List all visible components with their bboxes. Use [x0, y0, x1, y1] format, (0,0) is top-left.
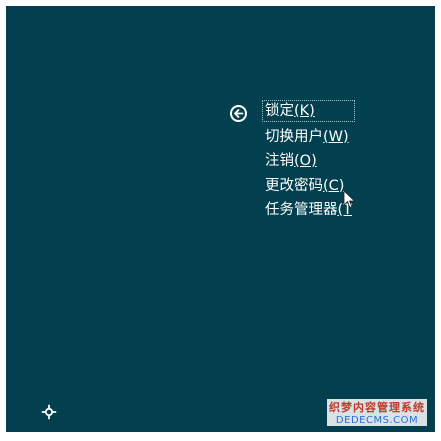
menu-item-label: 注销: [265, 153, 294, 169]
options-menu: 锁定(K) 切换用户(W) 注销(O) 更改密码(C) 任务管理器(T: [262, 100, 356, 223]
watermark-line2: DEDECMS.COM: [327, 415, 427, 426]
menu-item-hotkey: (K): [294, 103, 315, 119]
menu-item-change-password[interactable]: 更改密码(C): [262, 174, 355, 199]
secure-attention-screen: 锁定(K) 切换用户(W) 注销(O) 更改密码(C) 任务管理器(T 织梦内容…: [6, 6, 435, 432]
menu-item-hotkey: (O): [294, 153, 317, 169]
watermark-line1: 织梦内容管理系统: [327, 399, 427, 415]
menu-item-task-manager[interactable]: 任务管理器(T: [262, 198, 355, 223]
menu-item-hotkey: (C): [323, 177, 345, 194]
menu-item-sign-out[interactable]: 注销(O): [262, 149, 355, 174]
mouse-cursor-icon: [343, 190, 356, 209]
menu-item-label: 更改密码: [265, 177, 323, 194]
menu-item-label: 切换用户: [265, 128, 323, 145]
watermark: 织梦内容管理系统 DEDECMS.COM: [327, 399, 427, 426]
menu-item-switch-user[interactable]: 切换用户(W): [262, 125, 355, 150]
menu-item-lock[interactable]: 锁定(K): [262, 100, 356, 122]
back-button[interactable]: [230, 105, 247, 122]
menu-item-label: 锁定: [265, 103, 294, 119]
menu-item-label: 任务管理器: [265, 202, 338, 218]
ease-of-access-icon[interactable]: [41, 404, 57, 420]
menu-item-hotkey: (W): [323, 128, 349, 145]
back-arrow-icon: [234, 109, 244, 118]
